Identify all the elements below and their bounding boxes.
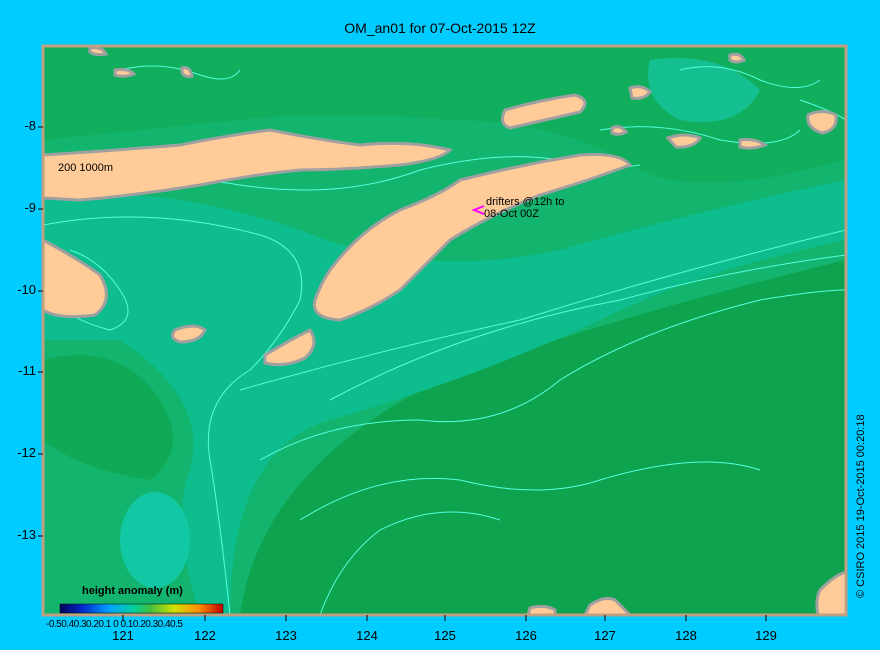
x-label-121: 121 (112, 628, 134, 643)
x-label-124: 124 (356, 628, 378, 643)
y-label-13: -13 (17, 527, 36, 542)
x-label-125: 125 (434, 628, 456, 643)
x-label-126: 126 (515, 628, 537, 643)
y-label-10: -10 (17, 282, 36, 297)
credit-text: © CSIRO 2015 19-Oct-2015 00:20:18 (855, 414, 867, 598)
x-label-129: 129 (755, 628, 777, 643)
island-north-2 (113, 68, 137, 78)
x-label-128: 128 (675, 628, 697, 643)
depth-contour-label: 200 1000m (58, 162, 114, 174)
x-label-122: 122 (194, 628, 216, 643)
ocean-map (38, 44, 848, 621)
y-label-8: -8 (24, 118, 36, 133)
drifters-label-line2: 08-Oct 00Z (484, 208, 540, 220)
island-east-6 (610, 125, 629, 136)
y-label-11: -11 (18, 363, 36, 378)
x-label-123: 123 (275, 628, 297, 643)
colorbar-tick-labels: -0.50.40.30.20.1 0 0.10.20.30.40.5 (46, 619, 183, 630)
y-label-12: -12 (17, 445, 36, 460)
island-north-3 (180, 66, 194, 78)
island-east-3 (628, 85, 652, 100)
y-label-9: -9 (24, 200, 36, 215)
legend-title: height anomaly (m) (82, 585, 183, 597)
drifters-label-line1: drifters @12h to (486, 196, 565, 208)
anomaly-eddy (120, 492, 190, 588)
island-east-5 (728, 52, 747, 64)
colorbar (59, 603, 224, 614)
x-label-127: 127 (594, 628, 616, 643)
